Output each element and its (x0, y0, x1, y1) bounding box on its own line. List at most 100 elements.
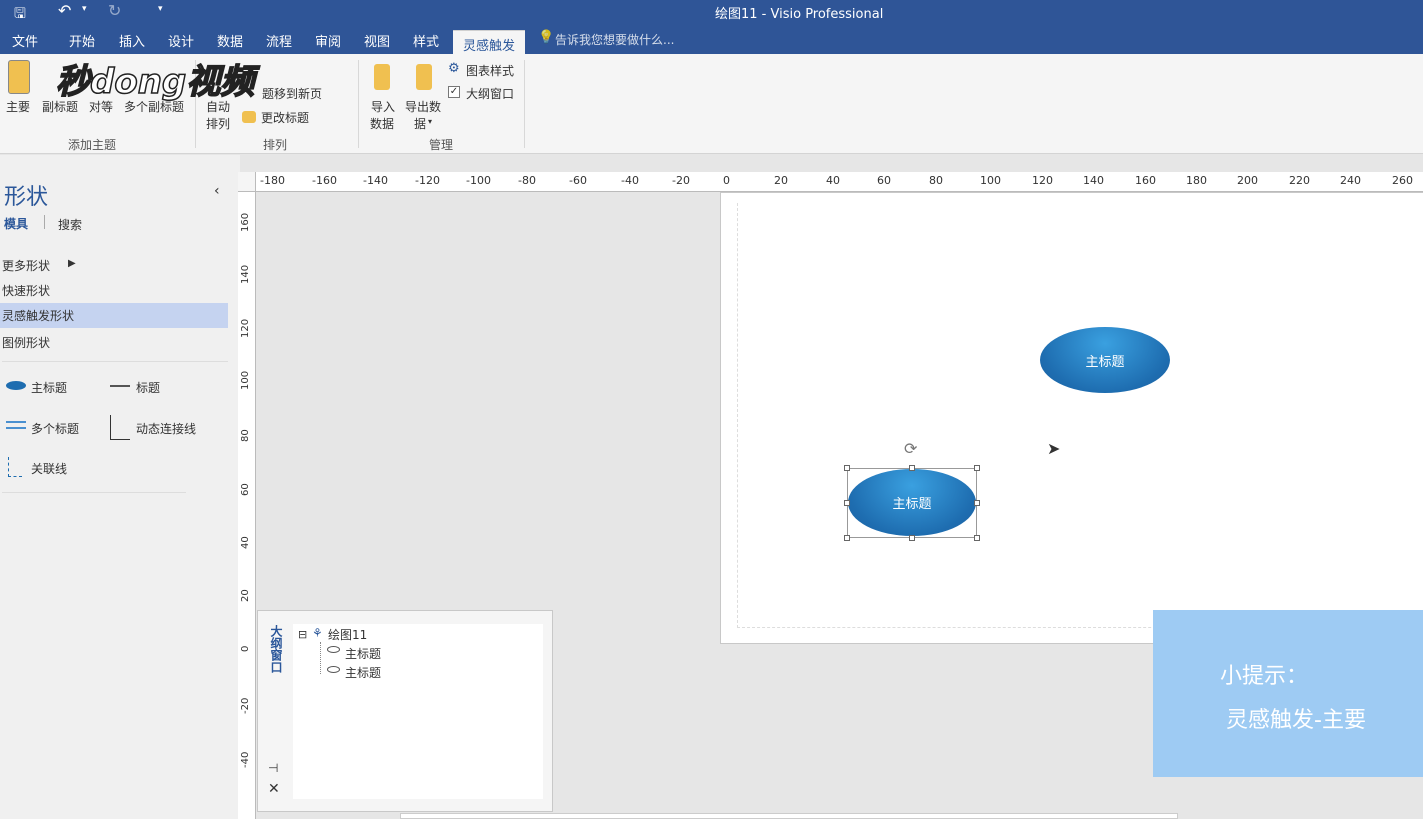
outline-tree: ⊟ ⚘ 绘图11 主标题 主标题 (293, 624, 543, 799)
divider (2, 361, 228, 362)
tab-data[interactable]: 数据 (217, 31, 243, 50)
group-add-topic-label: 添加主题 (68, 138, 117, 152)
collapse-panel-icon[interactable]: ‹ (214, 183, 220, 199)
outline-root[interactable]: 绘图11 (328, 626, 367, 643)
ruler-tick: -140 (363, 174, 388, 187)
close-icon[interactable]: ✕ (268, 781, 280, 797)
tip-overlay: 小提示： 灵感触发-主要 (1153, 610, 1423, 777)
tab-brainstorming[interactable]: 灵感触发 (453, 30, 526, 54)
selection-handle[interactable] (844, 500, 850, 506)
ellipse-icon (327, 666, 340, 673)
tab-stencils[interactable]: 模具 (4, 215, 28, 232)
tab-design[interactable]: 设计 (168, 31, 194, 50)
chart-style-icon: ⚙ (448, 61, 460, 76)
collapse-icon[interactable]: ⊟ (298, 628, 307, 641)
rotate-handle-icon[interactable]: ⟳ (904, 439, 917, 458)
selection-handle[interactable] (909, 465, 915, 471)
outline-item[interactable]: 主标题 (345, 645, 381, 662)
tab-review[interactable]: 审阅 (315, 31, 341, 50)
group-arrange-label: 排列 (263, 138, 288, 152)
main-topic-shape-2[interactable]: 主标题 (848, 469, 976, 536)
undo-icon[interactable]: ↶ (58, 1, 71, 20)
move-to-new-page-button[interactable]: 题移到新页 (262, 85, 322, 102)
main-topic-shape-1[interactable]: 主标题 (1040, 327, 1170, 393)
pin-icon[interactable]: ⊣ (268, 761, 278, 775)
horizontal-ruler[interactable]: -180 -160 -140 -120 -100 -80 -60 -40 -20… (256, 172, 1423, 192)
tab-search[interactable]: 搜索 (58, 216, 82, 233)
ruler-tick: 40 (240, 536, 251, 549)
selection-handle[interactable] (844, 535, 850, 541)
main-topic-icon[interactable] (8, 60, 30, 94)
tab-view[interactable]: 视图 (364, 31, 390, 50)
ruler-corner (238, 172, 256, 192)
tab-insert[interactable]: 插入 (119, 31, 145, 50)
auto-arrange-button[interactable]: 自动 (206, 98, 230, 115)
ellipse-icon (327, 646, 340, 653)
vertical-ruler[interactable]: 160 140 120 100 80 60 40 20 0 -20 -40 (238, 192, 256, 819)
main-topic-shape[interactable]: 主标题 (31, 379, 67, 396)
outline-item[interactable]: 主标题 (345, 664, 381, 681)
multi-topic-shape[interactable]: 多个标题 (31, 420, 79, 437)
ruler-tick: 20 (774, 174, 788, 187)
chevron-down-icon[interactable]: ▾ (428, 117, 432, 126)
main-topic-button[interactable]: 主要 (6, 98, 30, 115)
brainstorm-shapes[interactable]: 灵感触发形状 (2, 307, 74, 324)
import-data-icon[interactable] (374, 64, 390, 90)
ribbon: 主要 副标题 对等 多个副标题 添加主题 秒dong视频 自动 排列 题移到新页… (0, 54, 1423, 154)
selection-handle[interactable] (974, 500, 980, 506)
window-title: 绘图11 - Visio Professional (715, 7, 884, 22)
selection-handle[interactable] (974, 535, 980, 541)
tab-file[interactable]: 文件 (12, 31, 38, 50)
change-topic-button[interactable]: 更改标题 (261, 109, 309, 126)
outline-window-checkbox[interactable]: ✓ (448, 86, 460, 98)
ruler-tick: -40 (621, 174, 639, 187)
change-topic-icon (242, 111, 256, 123)
more-shapes[interactable]: 更多形状 (2, 257, 50, 274)
ruler-tick: 40 (826, 174, 840, 187)
ribbon-tabs: 文件 开始 插入 设计 数据 流程 审阅 视图 样式 💡 告诉我您想要做什么..… (0, 24, 1423, 54)
tab-process[interactable]: 流程 (266, 31, 292, 50)
horizontal-scrollbar[interactable] (400, 813, 1178, 819)
quick-shapes[interactable]: 快速形状 (2, 282, 50, 299)
selection-handle[interactable] (844, 465, 850, 471)
tab-style[interactable]: 样式 (413, 31, 439, 50)
export-data-button[interactable]: 导出数 (405, 98, 441, 115)
ruler-tick: 200 (1237, 174, 1258, 187)
ruler-tick: 60 (240, 483, 251, 496)
import-data-button[interactable]: 导入 (371, 98, 395, 115)
export-data-icon[interactable] (416, 64, 432, 90)
topic-shape-icon (110, 385, 130, 387)
ruler-tick: -40 (240, 751, 251, 768)
ruler-tick: 0 (240, 645, 251, 652)
topic-shape[interactable]: 标题 (136, 379, 160, 396)
selection-handle[interactable] (974, 465, 980, 471)
tell-me-input[interactable]: 告诉我您想要做什么... (555, 31, 674, 48)
shape-text: 主标题 (1085, 354, 1125, 370)
drawing-page[interactable]: 主标题 主标题 ⟳ ➤ (720, 192, 1423, 644)
tab-home[interactable]: 开始 (69, 31, 95, 50)
shapes-panel: 形状 ‹ 模具 搜索 更多形状 ▶ 快速形状 灵感触发形状 图例形状 主标题 标… (0, 155, 240, 819)
relation-line-shape[interactable]: 关联线 (31, 460, 67, 477)
ruler-tick: -160 (312, 174, 337, 187)
auto-arrange-label-2: 排列 (206, 117, 231, 131)
tip-title: 小提示： (1220, 664, 1309, 689)
chart-style-button[interactable]: 图表样式 (466, 62, 514, 79)
undo-dropdown-icon[interactable]: ▾ (82, 4, 87, 14)
dynamic-connector-shape[interactable]: 动态连接线 (136, 420, 196, 437)
redo-icon[interactable]: ↻ (108, 1, 121, 20)
multi-topic-shape-icon (6, 421, 26, 429)
connector-shape-icon (110, 415, 130, 440)
customize-qat-icon[interactable]: ▾ (158, 4, 163, 14)
legend-shapes[interactable]: 图例形状 (2, 334, 50, 351)
lightbulb-icon: 💡 (538, 30, 555, 45)
ruler-tick: 160 (1135, 174, 1156, 187)
ruler-tick: 220 (1289, 174, 1310, 187)
ruler-tick: 140 (240, 264, 251, 284)
title-bar: 🖫 ↶ ▾ ↻ ▾ 绘图11 - Visio Professional (0, 0, 1423, 24)
ruler-tick: 160 (240, 212, 251, 232)
ruler-tick: 0 (723, 174, 730, 187)
selection-handle[interactable] (909, 535, 915, 541)
tree-line (320, 642, 321, 674)
ruler-tick: 80 (240, 429, 251, 442)
watermark-logo: 秒dong视频 (55, 61, 255, 103)
